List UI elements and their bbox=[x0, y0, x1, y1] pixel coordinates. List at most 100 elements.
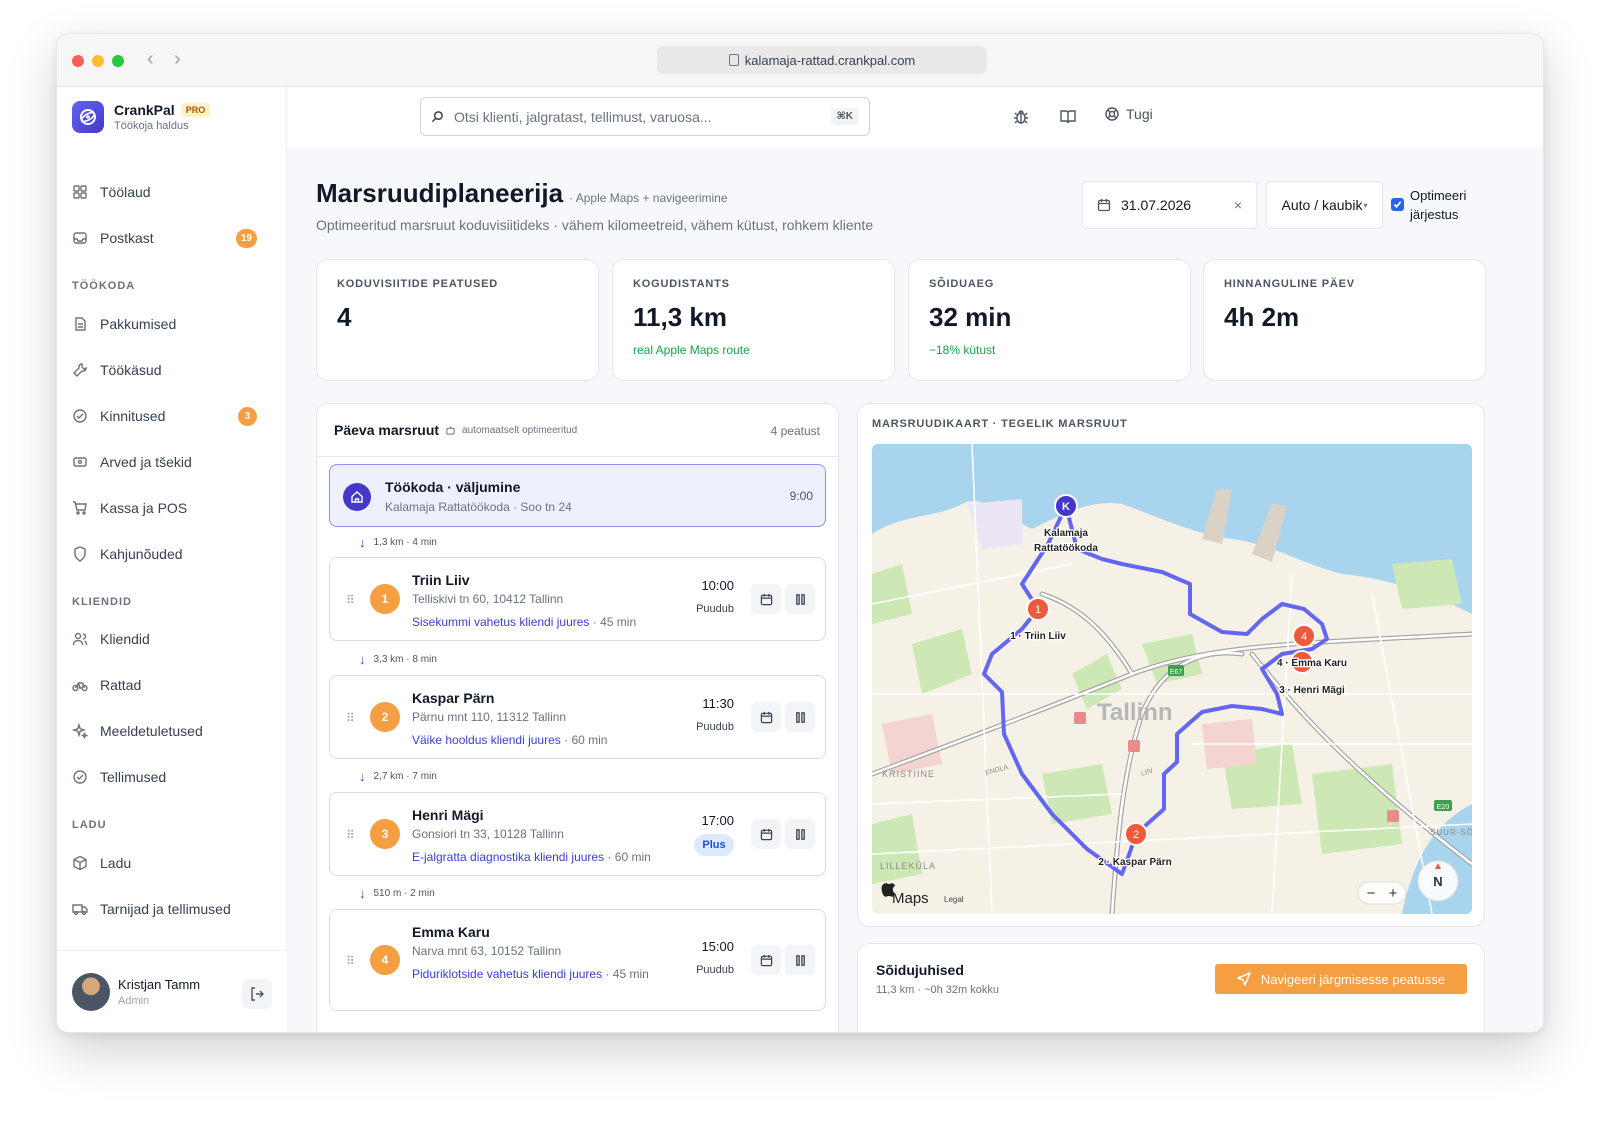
zoom-in-button: + bbox=[1389, 885, 1398, 902]
sidebar-item-suppliers[interactable]: Tarnijad ja tellimused bbox=[72, 891, 272, 927]
pause-button[interactable] bbox=[785, 702, 815, 732]
search-icon bbox=[431, 111, 443, 123]
stop-card[interactable]: ⠿ 2 Kaspar Pärn Pärnu mnt 110, 11312 Tal… bbox=[329, 675, 826, 759]
stop-address: Narva mnt 63, 10152 Tallinn bbox=[412, 944, 562, 958]
sidebar-item-label: Kliendid bbox=[100, 631, 150, 647]
search-input[interactable]: Otsi klienti, jalgratast, tellimust, var… bbox=[420, 97, 870, 136]
vehicle-select[interactable]: Auto / kaubik ▾ bbox=[1266, 181, 1383, 229]
sidebar-item-label: Postkast bbox=[100, 230, 154, 246]
pause-icon bbox=[795, 954, 805, 966]
page-description: Optimeeritud marsruut koduvisiitideks · … bbox=[316, 217, 874, 233]
check-circle-icon bbox=[73, 770, 87, 784]
job-duration: · 60 min bbox=[607, 850, 651, 864]
stop-address: Gonsiori tn 33, 10128 Tallinn bbox=[412, 827, 564, 841]
navigate-next-stop-button[interactable]: Navigeeri järgmisesse peatusse bbox=[1215, 964, 1467, 994]
sidebar-item-dashboard[interactable]: Töölaud bbox=[72, 174, 272, 210]
stop-job: Väike hooldus kliendi juures · 60 min bbox=[412, 731, 662, 749]
sidebar-item-confirmations[interactable]: Kinnitused 3 bbox=[72, 398, 272, 434]
clear-date-icon[interactable]: × bbox=[1234, 197, 1242, 213]
stop-card[interactable]: ⠿ 1 Triin Liiv Telliskivi tn 60, 10412 T… bbox=[329, 557, 826, 641]
truck-icon bbox=[72, 904, 88, 916]
sidebar-item-orders[interactable]: Tellimused bbox=[72, 759, 272, 795]
reschedule-button[interactable] bbox=[751, 945, 781, 975]
maps-attribution: Maps bbox=[892, 890, 929, 907]
minimize-window-button[interactable] bbox=[92, 55, 104, 67]
depot-start-card[interactable]: Töökoda · väljumine Kalamaja Rattatöökod… bbox=[329, 464, 826, 527]
job-link[interactable]: E-jalgratta diagnostika kliendi juures bbox=[412, 850, 604, 864]
navigation-arrow-icon bbox=[1237, 972, 1251, 986]
back-arrow-icon[interactable]: ‹ bbox=[147, 48, 154, 71]
sidebar-item-quotes[interactable]: Pakkumised bbox=[72, 306, 272, 342]
forward-arrow-icon[interactable]: › bbox=[174, 48, 181, 71]
sidebar-item-reminders[interactable]: Meeldetuletused bbox=[72, 713, 272, 749]
sidebar-item-label: Kassa ja POS bbox=[100, 500, 188, 516]
logout-button[interactable] bbox=[242, 979, 272, 1009]
pause-icon bbox=[795, 828, 805, 840]
bug-icon[interactable] bbox=[1012, 108, 1030, 126]
stop-card[interactable]: ⠿ 4 Emma Karu Narva mnt 63, 10152 Tallin… bbox=[329, 909, 826, 1011]
drag-handle-icon[interactable]: ⠿ bbox=[346, 711, 355, 725]
stop-status: Puudub bbox=[696, 603, 734, 615]
job-link[interactable]: Piduriklotside vahetus kliendi juures bbox=[412, 967, 602, 981]
stat-value: 4h 2m bbox=[1224, 302, 1300, 332]
optimize-order-label[interactable]: Optimeeri järjestus bbox=[1410, 186, 1480, 224]
stop-time: 15:00 bbox=[701, 939, 734, 954]
district-label: LILLEKÜLA bbox=[880, 861, 936, 871]
pause-button[interactable] bbox=[785, 584, 815, 614]
avatar[interactable] bbox=[72, 973, 110, 1011]
sidebar-item-warehouse[interactable]: Ladu bbox=[72, 845, 272, 881]
route-subtitle: automaatselt optimeeritud bbox=[462, 424, 578, 436]
address-bar[interactable]: kalamaja-rattad.crankpal.com bbox=[657, 46, 987, 74]
date-picker[interactable]: 31.07.2026 × bbox=[1082, 181, 1257, 229]
reschedule-button[interactable] bbox=[751, 819, 781, 849]
stop-card[interactable]: ⠿ 3 Henri Mägi Gonsiori tn 33, 10128 Tal… bbox=[329, 792, 826, 876]
stat-label: KODUVISIITIDE PEATUSED bbox=[337, 278, 499, 290]
route-title: Päeva marsruut bbox=[334, 422, 440, 438]
drag-handle-icon[interactable]: ⠿ bbox=[346, 593, 355, 607]
pause-button[interactable] bbox=[785, 945, 815, 975]
section-header-warehouse: LADU bbox=[72, 819, 107, 831]
job-link[interactable]: Sisekummi vahetus kliendi juures bbox=[412, 615, 589, 629]
job-link[interactable]: Väike hooldus kliendi juures bbox=[412, 733, 561, 747]
route-map[interactable]: E67 E20 Tallinn KRISTIINE LILLEKÜLA SUUR… bbox=[872, 444, 1472, 914]
zoom-control[interactable]: − + bbox=[1357, 881, 1407, 905]
district-label: SUUR-SÕ bbox=[1430, 828, 1472, 837]
optimize-order-checkbox[interactable] bbox=[1391, 198, 1404, 211]
sidebar-item-bikes[interactable]: Rattad bbox=[72, 667, 272, 703]
sidebar-item-inbox[interactable]: Postkast 19 bbox=[72, 220, 272, 256]
stop-name: Kaspar Pärn bbox=[412, 690, 495, 706]
drag-handle-icon[interactable]: ⠿ bbox=[346, 828, 355, 842]
support-link[interactable]: Tugi bbox=[1104, 106, 1153, 122]
stat-card-distance: KOGUDISTANTS 11,3 km real Apple Maps rou… bbox=[612, 259, 895, 381]
brand[interactable]: CrankPal PRO Töökoja haldus bbox=[72, 101, 211, 133]
stop-status: Puudub bbox=[696, 964, 734, 976]
chevron-down-icon: ▾ bbox=[1363, 200, 1368, 210]
reschedule-button[interactable] bbox=[751, 584, 781, 614]
depot-label: Kalamaja bbox=[1044, 528, 1088, 539]
zoom-out-button: − bbox=[1367, 885, 1376, 902]
calendar-icon bbox=[760, 828, 772, 840]
pause-button[interactable] bbox=[785, 819, 815, 849]
book-icon[interactable] bbox=[1059, 108, 1077, 126]
drag-handle-icon[interactable]: ⠿ bbox=[346, 954, 355, 968]
sidebar-item-clients[interactable]: Kliendid bbox=[72, 621, 272, 657]
sidebar-item-invoices[interactable]: Arved ja tšekid bbox=[72, 444, 272, 480]
sidebar-item-pos[interactable]: Kassa ja POS bbox=[72, 490, 272, 526]
search-shortcut: ⌘K bbox=[830, 108, 859, 125]
route-segment: ↓ 1,3 km · 4 min bbox=[359, 535, 437, 550]
reschedule-button[interactable] bbox=[751, 702, 781, 732]
close-window-button[interactable] bbox=[72, 55, 84, 67]
stop-job: Sisekummi vahetus kliendi juures · 45 mi… bbox=[412, 613, 662, 631]
stop-job: E-jalgratta diagnostika kliendi juures ·… bbox=[412, 848, 662, 866]
user-block: Kristjan Tamm Admin bbox=[57, 950, 287, 1032]
directions-title: Sõidujuhised bbox=[876, 962, 964, 978]
sidebar-item-label: Arved ja tšekid bbox=[100, 454, 192, 470]
compass-icon[interactable]: N bbox=[1417, 860, 1459, 902]
section-header-workshop: TÖÖKODA bbox=[72, 280, 136, 292]
stop-number: 1 bbox=[370, 584, 400, 614]
maximize-window-button[interactable] bbox=[112, 55, 124, 67]
stat-value: 32 min bbox=[929, 302, 1012, 332]
sidebar-item-work-orders[interactable]: Töökäsud bbox=[72, 352, 272, 388]
sidebar-item-claims[interactable]: Kahjunõuded bbox=[72, 536, 272, 572]
membership-badge: Plus bbox=[694, 834, 734, 856]
